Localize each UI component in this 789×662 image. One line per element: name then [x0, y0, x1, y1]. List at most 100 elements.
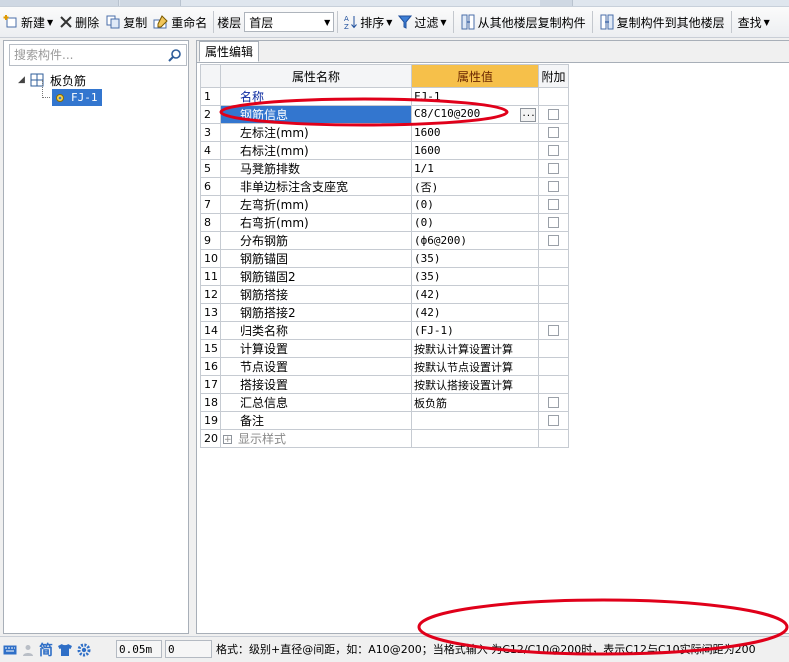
property-row[interactable]: 5 马凳筋排数 1/1: [200, 159, 569, 178]
property-row[interactable]: 6 非单边标注含支座宽 (否): [200, 177, 569, 196]
property-value-field[interactable]: (否): [411, 177, 539, 196]
property-value-field[interactable]: (FJ-1): [411, 321, 539, 340]
property-row[interactable]: 20 + 显示样式: [200, 429, 569, 448]
new-component-icon: [3, 15, 17, 28]
property-value-field[interactable]: (35): [411, 267, 539, 286]
extra-cell: [538, 231, 569, 250]
sort-az-icon: A Z: [344, 15, 358, 30]
extra-checkbox[interactable]: [548, 145, 559, 156]
ime-simplified-toggle[interactable]: 简: [39, 640, 53, 660]
property-value-field[interactable]: 1/1: [411, 159, 539, 178]
copy-button[interactable]: 复制: [102, 9, 150, 35]
property-value-field[interactable]: (42): [411, 303, 539, 322]
property-row[interactable]: 16 节点设置 按默认节点设置计算: [200, 357, 569, 376]
property-value-field[interactable]: 板负筋: [411, 393, 539, 412]
extra-checkbox[interactable]: [548, 127, 559, 138]
chevron-down-icon: ▼: [763, 17, 770, 27]
property-row[interactable]: 19 备注: [200, 411, 569, 430]
property-value-field[interactable]: (0): [411, 213, 539, 232]
extra-checkbox[interactable]: [548, 109, 559, 120]
property-row[interactable]: 17 搭接设置 按默认搭接设置计算: [200, 375, 569, 394]
new-button[interactable]: 新建 ▼: [0, 9, 56, 35]
search-button[interactable]: [165, 46, 185, 64]
delete-button[interactable]: 删除: [56, 9, 102, 35]
property-row[interactable]: 13 钢筋搭接2 (42): [200, 303, 569, 322]
tree-collapse-toggle-icon[interactable]: ◢: [18, 75, 25, 85]
property-name: 备注: [220, 411, 412, 430]
property-value-field[interactable]: 1600: [411, 123, 539, 142]
property-value-field[interactable]: FJ-1: [411, 87, 539, 106]
extra-checkbox[interactable]: [548, 199, 559, 210]
column-header-name[interactable]: 属性名称: [220, 64, 412, 88]
property-row[interactable]: 7 左弯折(mm) (0): [200, 195, 569, 214]
property-name: 节点设置: [220, 357, 412, 376]
property-value-field[interactable]: (0): [411, 195, 539, 214]
property-name: 钢筋信息: [220, 105, 412, 124]
copy-from-other-floors-button[interactable]: 从其他楼层复制构件: [457, 9, 589, 35]
find-button[interactable]: 查找 ▼: [735, 9, 773, 35]
extra-checkbox[interactable]: [548, 163, 559, 174]
property-name: 钢筋搭接2: [220, 303, 412, 322]
property-name: 左弯折(mm): [220, 195, 412, 214]
component-search-input[interactable]: [10, 45, 172, 65]
row-number: 3: [200, 123, 221, 142]
floor-select[interactable]: 首层 ▼: [244, 12, 335, 32]
property-value-field[interactable]: (35): [411, 249, 539, 268]
extra-checkbox[interactable]: [548, 181, 559, 192]
property-row[interactable]: 15 计算设置 按默认计算设置计算: [200, 339, 569, 358]
property-row[interactable]: 4 右标注(mm) 1600: [200, 141, 569, 160]
property-row[interactable]: 9 分布钢筋 (ф6@200): [200, 231, 569, 250]
window-tab[interactable]: [540, 0, 573, 6]
extra-checkbox[interactable]: [548, 397, 559, 408]
property-value-field[interactable]: (ф6@200): [411, 231, 539, 250]
user-icon[interactable]: [22, 644, 34, 656]
filter-button[interactable]: 过滤 ▼: [395, 9, 449, 35]
property-row[interactable]: 14 归类名称 (FJ-1): [200, 321, 569, 340]
property-value-field[interactable]: ... C8/C10@200: [411, 105, 539, 124]
tree-item-root[interactable]: ◢ 板负筋: [4, 71, 188, 89]
extra-cell: [538, 411, 569, 430]
keyboard-icon[interactable]: [3, 644, 17, 656]
expand-plus-icon[interactable]: +: [223, 435, 232, 445]
tab-property-edit[interactable]: 属性编辑: [199, 41, 260, 62]
rename-button[interactable]: 重命名: [150, 9, 210, 35]
tree-item-selected[interactable]: FJ-1: [52, 89, 102, 106]
property-row[interactable]: 11 钢筋锚固2 (35): [200, 267, 569, 286]
copy-to-other-floors-button[interactable]: 复制构件到其他楼层: [596, 9, 728, 35]
row-number: 4: [200, 141, 221, 160]
extra-checkbox[interactable]: [548, 235, 559, 246]
copy-to-floors-icon: [600, 14, 614, 30]
skin-shirt-icon[interactable]: [58, 644, 72, 656]
extra-checkbox[interactable]: [548, 325, 559, 336]
extra-checkbox[interactable]: [548, 415, 559, 426]
property-row[interactable]: 10 钢筋锚固 (35): [200, 249, 569, 268]
tree-item-fj-1[interactable]: FJ-1: [4, 80, 188, 107]
property-value-field[interactable]: [411, 411, 539, 430]
property-row[interactable]: 18 汇总信息 板负筋: [200, 393, 569, 412]
column-header-value[interactable]: 属性值: [411, 64, 539, 88]
extra-cell: [538, 123, 569, 142]
sort-button[interactable]: A Z 排序 ▼: [341, 9, 395, 35]
extra-checkbox[interactable]: [548, 217, 559, 228]
property-row[interactable]: 12 钢筋搭接 (42): [200, 285, 569, 304]
edit-rebar-button[interactable]: ...: [520, 108, 536, 122]
property-value-field[interactable]: 按默认搭接设置计算: [411, 375, 539, 394]
tab-property-edit-label: 属性编辑: [205, 45, 254, 59]
window-tab[interactable]: [0, 0, 119, 6]
property-name: 搭接设置: [220, 375, 412, 394]
window-tab[interactable]: [120, 0, 181, 6]
search-icon: [168, 49, 181, 62]
property-value-field[interactable]: 按默认计算设置计算: [411, 339, 539, 358]
property-row-selected[interactable]: 2 钢筋信息 ... C8/C10@200: [200, 105, 569, 124]
property-row[interactable]: 3 左标注(mm) 1600: [200, 123, 569, 142]
property-value-field[interactable]: (42): [411, 285, 539, 304]
property-name[interactable]: + 显示样式: [220, 429, 412, 448]
property-value-field[interactable]: 按默认节点设置计算: [411, 357, 539, 376]
property-row[interactable]: 8 右弯折(mm) (0): [200, 213, 569, 232]
count-field: 0: [165, 640, 212, 658]
property-value-field[interactable]: 1600: [411, 141, 539, 160]
settings-gear-icon[interactable]: [77, 643, 91, 657]
property-row[interactable]: 1 名称 FJ-1: [200, 87, 569, 106]
column-header-extra[interactable]: 附加: [538, 64, 569, 88]
property-grid-header: 属性名称 属性值 附加: [200, 64, 569, 88]
